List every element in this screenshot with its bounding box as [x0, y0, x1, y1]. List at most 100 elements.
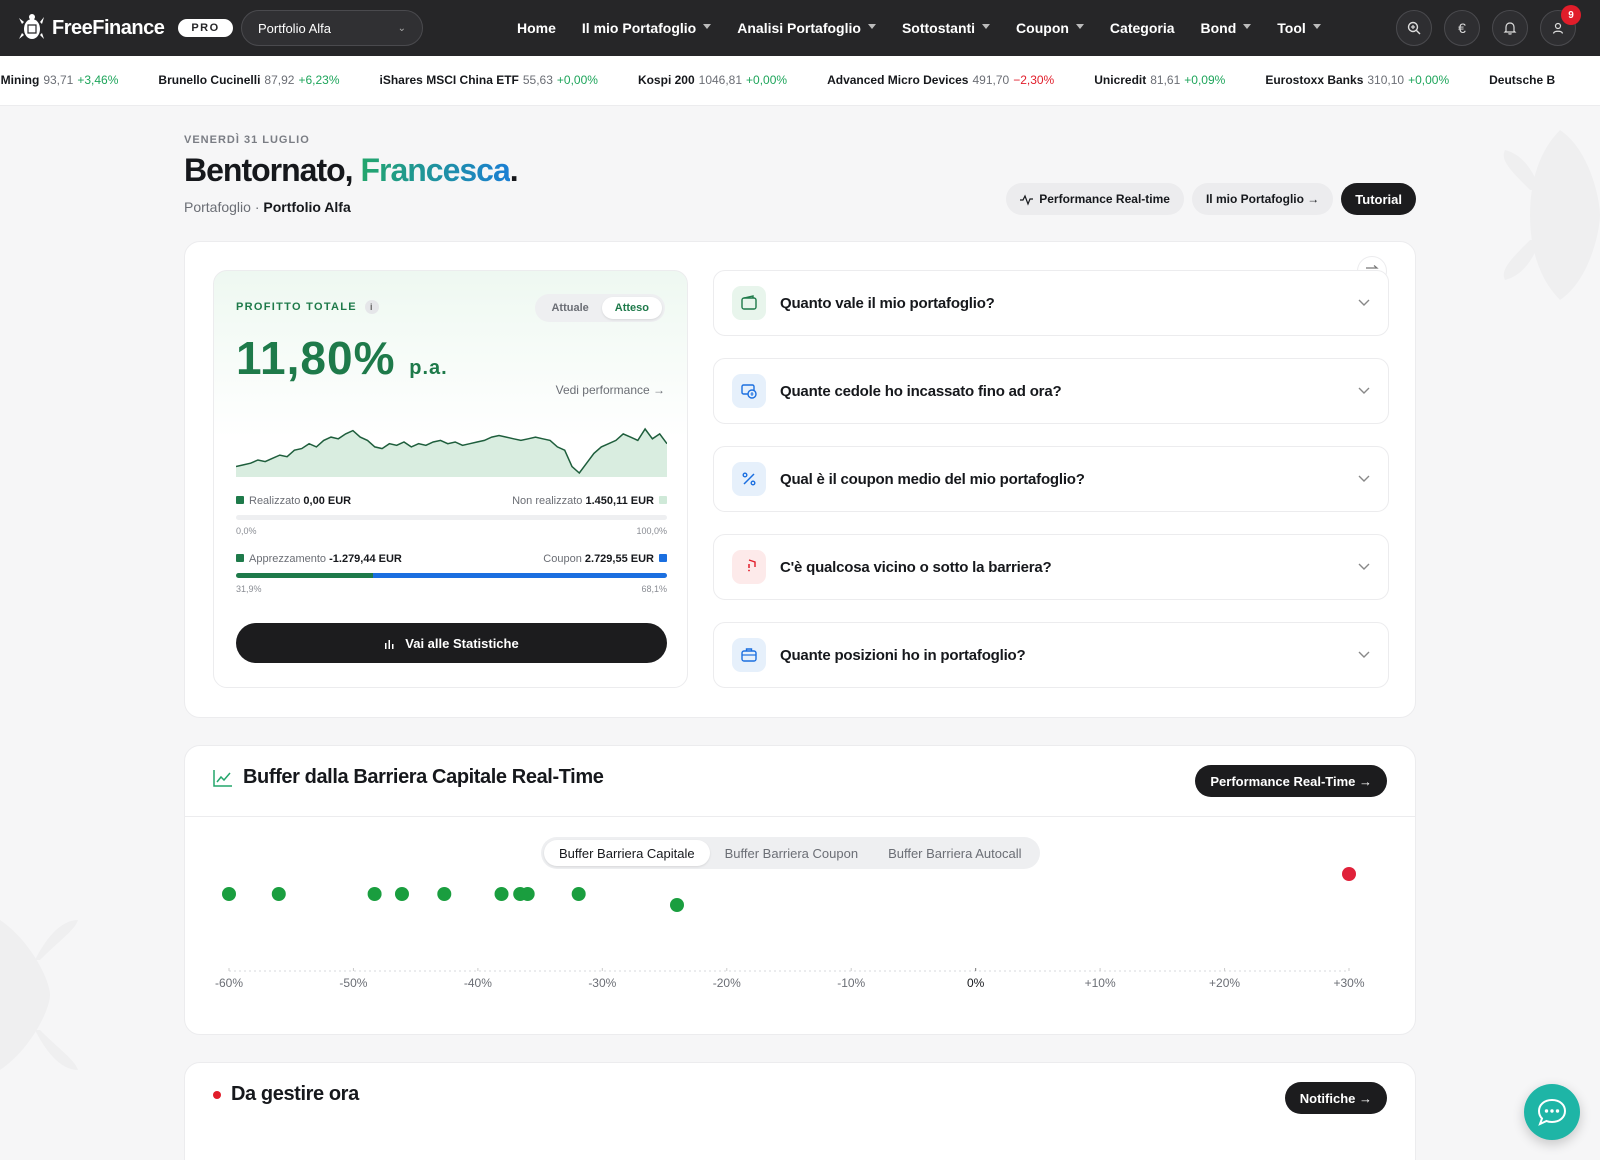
buffer-point[interactable]	[494, 887, 509, 901]
x-tick-label: -30%	[588, 976, 616, 990]
nav-item-3[interactable]: Sottostanti	[889, 20, 1003, 36]
brand-logo[interactable]: FreeFinance PRO	[16, 13, 233, 43]
search-zoom-icon	[1407, 21, 1421, 35]
notifications-button[interactable]	[1492, 10, 1528, 46]
profit-unit: p.a.	[409, 357, 448, 379]
buffer-point[interactable]	[1342, 867, 1356, 881]
nav-item-4[interactable]: Coupon	[1003, 20, 1097, 36]
faq-question: Qual è il coupon medio del mio portafogl…	[780, 470, 1085, 488]
nav-item-6[interactable]: Bond	[1188, 20, 1265, 36]
bar-chart-icon	[385, 639, 394, 649]
performance-realtime-button[interactable]: Performance Real-time	[1006, 183, 1184, 215]
nav-item-label: Home	[517, 20, 556, 36]
info-icon[interactable]: i	[364, 300, 379, 314]
buffer-point[interactable]	[394, 887, 409, 901]
buffer-point[interactable]	[367, 887, 382, 901]
bell-icon	[1503, 22, 1517, 35]
tutorial-button[interactable]: Tutorial	[1341, 183, 1416, 215]
to-manage-title: Da gestire ora	[213, 1083, 359, 1106]
nav-item-1[interactable]: Il mio Portafoglio	[569, 20, 724, 36]
alert-dot-icon	[213, 1090, 221, 1099]
ticker-price: 87,92	[264, 73, 295, 87]
chevron-down-icon[interactable]	[1358, 299, 1370, 307]
x-tick-label: 0%	[967, 976, 985, 990]
user-button[interactable]: 9	[1540, 5, 1581, 46]
notification-count-badge: 9	[1561, 5, 1581, 25]
realized-legend: Realizzato 0,00 EUR Non realizzato 1.450…	[236, 495, 667, 507]
ticker-item[interactable]: Kospi 200 1046,81 +0,00%	[638, 73, 787, 87]
nav-item-label: Coupon	[1016, 20, 1069, 36]
faq-row[interactable]: Quante cedole ho incassato fino ad ora?	[713, 358, 1389, 424]
notifications-cta[interactable]: Notifiche →	[1284, 1082, 1387, 1114]
my-portfolio-button[interactable]: Il mio Portafoglio →	[1191, 183, 1334, 215]
ticker-item[interactable]: Brunello Cucinelli 87,92 +6,23%	[158, 73, 339, 87]
ticker-change: +0,00%	[1408, 73, 1450, 87]
toggle-expected[interactable]: Atteso	[601, 297, 662, 319]
go-to-statistics-button[interactable]: Vai alle Statistiche	[236, 623, 667, 663]
breadcrumb: Portafoglio · Portfolio Alfa	[184, 199, 351, 215]
faq-icon-wrap	[732, 638, 766, 672]
see-performance-link[interactable]: Vedi performance →	[556, 383, 665, 397]
ticker-change: +0,00%	[556, 73, 598, 87]
unrealized-item: Non realizzato 1.450,11 EUR	[512, 495, 667, 507]
buffer-tab-1[interactable]: Buffer Barriera Coupon	[710, 840, 873, 866]
ticker-price: 93,71	[43, 73, 74, 87]
nav-item-label: Il mio Portafoglio	[581, 20, 697, 36]
ticker-item[interactable]: Deutsche B	[1489, 73, 1563, 87]
appreciation-label: Apprezzamento	[249, 553, 327, 565]
chevron-down-icon[interactable]	[1358, 387, 1370, 395]
to-manage-card: Da gestire ora Notifiche →	[184, 1062, 1416, 1160]
breadcrumb-current: Portfolio Alfa	[263, 199, 351, 215]
faq-row[interactable]: Quante posizioni ho in portafoglio?	[713, 622, 1389, 688]
unrealized-label: Non realizzato	[512, 495, 583, 507]
buffer-barrier-card: Buffer dalla Barriera Capitale Real-Time…	[184, 745, 1416, 1035]
ticker-item[interactable]: Unicredit 81,61 +0,09%	[1094, 73, 1225, 87]
chevron-down-icon: ⌄	[397, 22, 406, 34]
faq-row[interactable]: Quanto vale il mio portafoglio?	[713, 270, 1389, 336]
chevron-down-icon[interactable]	[1358, 563, 1370, 571]
nav-item-0[interactable]: Home	[504, 20, 569, 36]
overview-card: PROFITTO TOTALE i Attuale Atteso 11,80% …	[184, 241, 1416, 718]
main-nav: Home Il mio Portafoglio Analisi Portafogli…	[504, 0, 1334, 56]
performance-realtime-cta[interactable]: Performance Real-Time →	[1195, 765, 1387, 797]
buffer-card-title: Buffer dalla Barriera Capitale Real-Time	[213, 766, 604, 789]
currency-button[interactable]: €	[1444, 10, 1480, 46]
toggle-actual[interactable]: Attuale	[538, 297, 601, 319]
ticker-item[interactable]: Advanced Micro Devices 491,70 −2,30%	[827, 73, 1054, 87]
buffer-point[interactable]	[670, 898, 684, 912]
header-icon-buttons: € 9	[1396, 5, 1581, 46]
unrealized-swatch	[659, 496, 667, 504]
chevron-down-icon[interactable]	[1358, 651, 1370, 659]
ticker-name: iShares MSCI China ETF	[379, 73, 519, 87]
tutorial-label: Tutorial	[1355, 191, 1402, 207]
appreciation-percent: 31,9%	[236, 584, 262, 594]
pulse-icon	[1020, 194, 1034, 206]
buffer-point[interactable]	[520, 887, 535, 901]
ticker-item[interactable]: nt Mining93,71+3,46%	[0, 73, 118, 87]
turtle-watermark-icon	[1503, 130, 1600, 300]
buffer-tab-2[interactable]: Buffer Barriera Autocall	[873, 840, 1036, 866]
chevron-down-icon[interactable]	[1358, 475, 1370, 483]
ticker-item[interactable]: Eurostoxx Banks 310,10 +0,00%	[1265, 73, 1449, 87]
nav-item-5[interactable]: Categoria	[1097, 20, 1188, 36]
breadcrumb-root[interactable]: Portafoglio	[184, 199, 251, 215]
x-tick-label: -40%	[464, 976, 492, 990]
x-tick-label: -50%	[339, 976, 367, 990]
nav-item-2[interactable]: Analisi Portafoglio	[724, 20, 889, 36]
search-button[interactable]	[1396, 10, 1432, 46]
buffer-tab-0[interactable]: Buffer Barriera Capitale	[544, 840, 710, 866]
portfolio-select[interactable]: Portfolio Alfa ⌄	[241, 10, 423, 46]
caret-down-icon	[1312, 23, 1321, 29]
faq-row[interactable]: C'è qualcosa vicino o sotto la barriera?	[713, 534, 1389, 600]
buffer-point[interactable]	[571, 887, 586, 901]
buffer-point[interactable]	[437, 887, 452, 901]
buffer-point[interactable]	[222, 887, 236, 901]
faq-row[interactable]: Qual è il coupon medio del mio portafogl…	[713, 446, 1389, 512]
chat-button[interactable]	[1524, 1084, 1580, 1140]
ticker-change: +6,23%	[298, 73, 340, 87]
coupon-percent: 68,1%	[641, 584, 667, 594]
ticker-price: 310,10	[1367, 73, 1405, 87]
buffer-point[interactable]	[271, 887, 286, 901]
nav-item-7[interactable]: Tool	[1264, 20, 1334, 36]
ticker-item[interactable]: iShares MSCI China ETF 55,63 +0,00%	[380, 73, 598, 87]
